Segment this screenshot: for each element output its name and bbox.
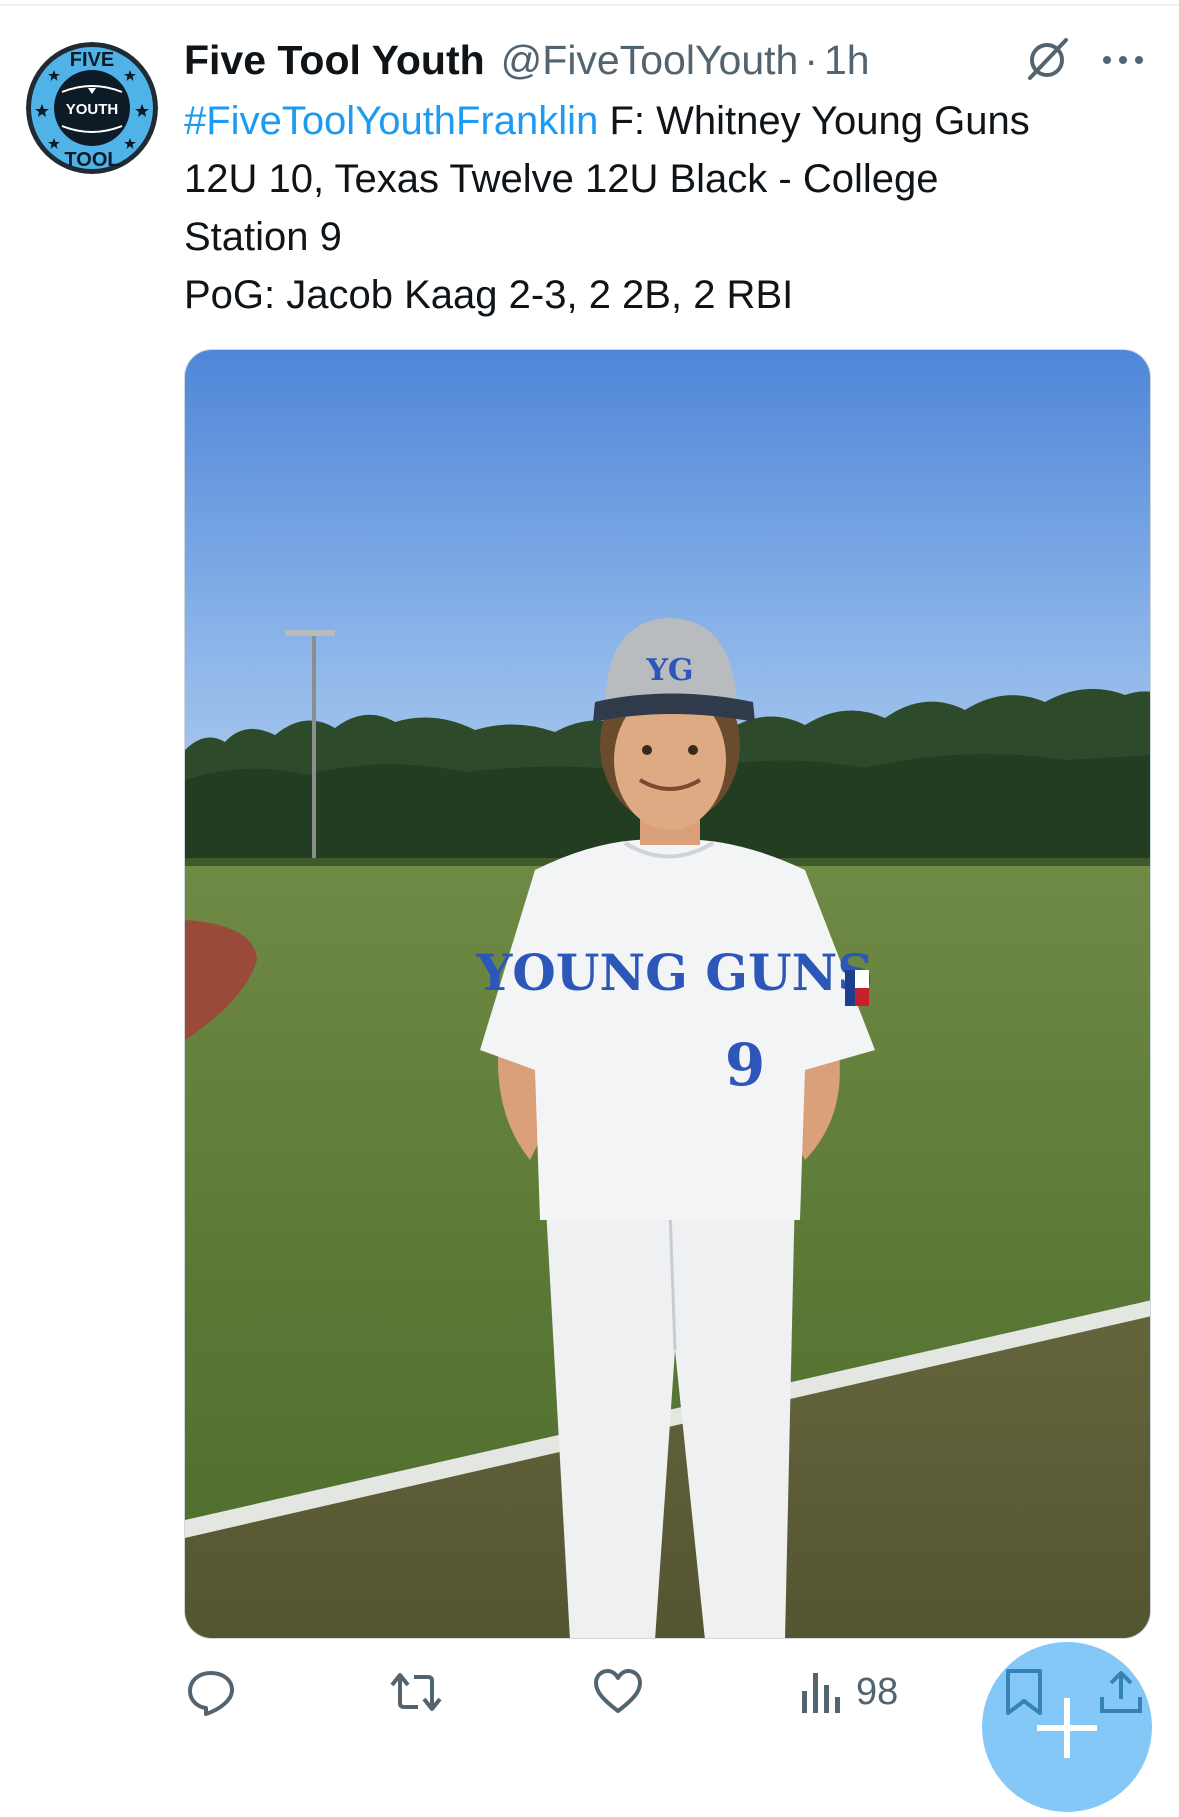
reply-icon [188, 1671, 234, 1716]
compose-button[interactable] [982, 1642, 1152, 1812]
retweet-icon [390, 1673, 442, 1711]
grok-icon[interactable] [1022, 34, 1072, 84]
avatar[interactable]: FIVE YOUTH TOOL [26, 42, 158, 174]
avatar-text-bottom: TOOL [64, 149, 119, 171]
tweet-text: #FiveToolYouthFranklin F: Whitney Young … [184, 92, 1144, 324]
avatar-text-mid: YOUTH [66, 101, 119, 118]
tweet-line-1-text: F: Whitney Young Guns [598, 99, 1030, 143]
separator-dot: · [804, 37, 818, 83]
views-button[interactable]: 98 [800, 1662, 898, 1722]
tweet[interactable]: FIVE YOUTH TOOL Five Tool Youth @FiveToo… [0, 0, 1179, 1812]
avatar-text-top: FIVE [70, 49, 114, 71]
tweet-line-2: 12U 10, Texas Twelve 12U Black - College [184, 157, 939, 201]
jersey-text: YOUNG GUNS [476, 943, 874, 1002]
retweet-button[interactable] [388, 1662, 444, 1722]
tweet-line-3: Station 9 [184, 215, 342, 259]
views-count: 98 [856, 1670, 899, 1713]
user-handle[interactable]: @FiveToolYouth [501, 30, 799, 90]
like-button[interactable] [592, 1662, 644, 1722]
display-name[interactable]: Five Tool Youth [184, 30, 485, 90]
tweet-line-1: #FiveToolYouthFranklin F: Whitney Young … [184, 92, 1144, 150]
reply-button[interactable] [186, 1662, 236, 1722]
tweet-header: Five Tool Youth @FiveToolYouth · 1h [184, 30, 1024, 90]
timestamp[interactable]: 1h [824, 30, 870, 90]
cap-logo: YG [645, 653, 693, 688]
hashtag-link[interactable]: #FiveToolYouthFranklin [184, 99, 598, 143]
tweet-line-4: PoG: Jacob Kaag 2-3, 2 2B, 2 RBI [184, 273, 794, 317]
tweet-photo[interactable]: YOUNG GUNS 9 YG [184, 349, 1151, 1639]
jersey-number: 9 [725, 1031, 765, 1099]
heart-icon [594, 1669, 642, 1713]
views-icon [802, 1673, 840, 1713]
plus-icon [1037, 1698, 1097, 1758]
more-options-icon[interactable] [1098, 38, 1148, 82]
